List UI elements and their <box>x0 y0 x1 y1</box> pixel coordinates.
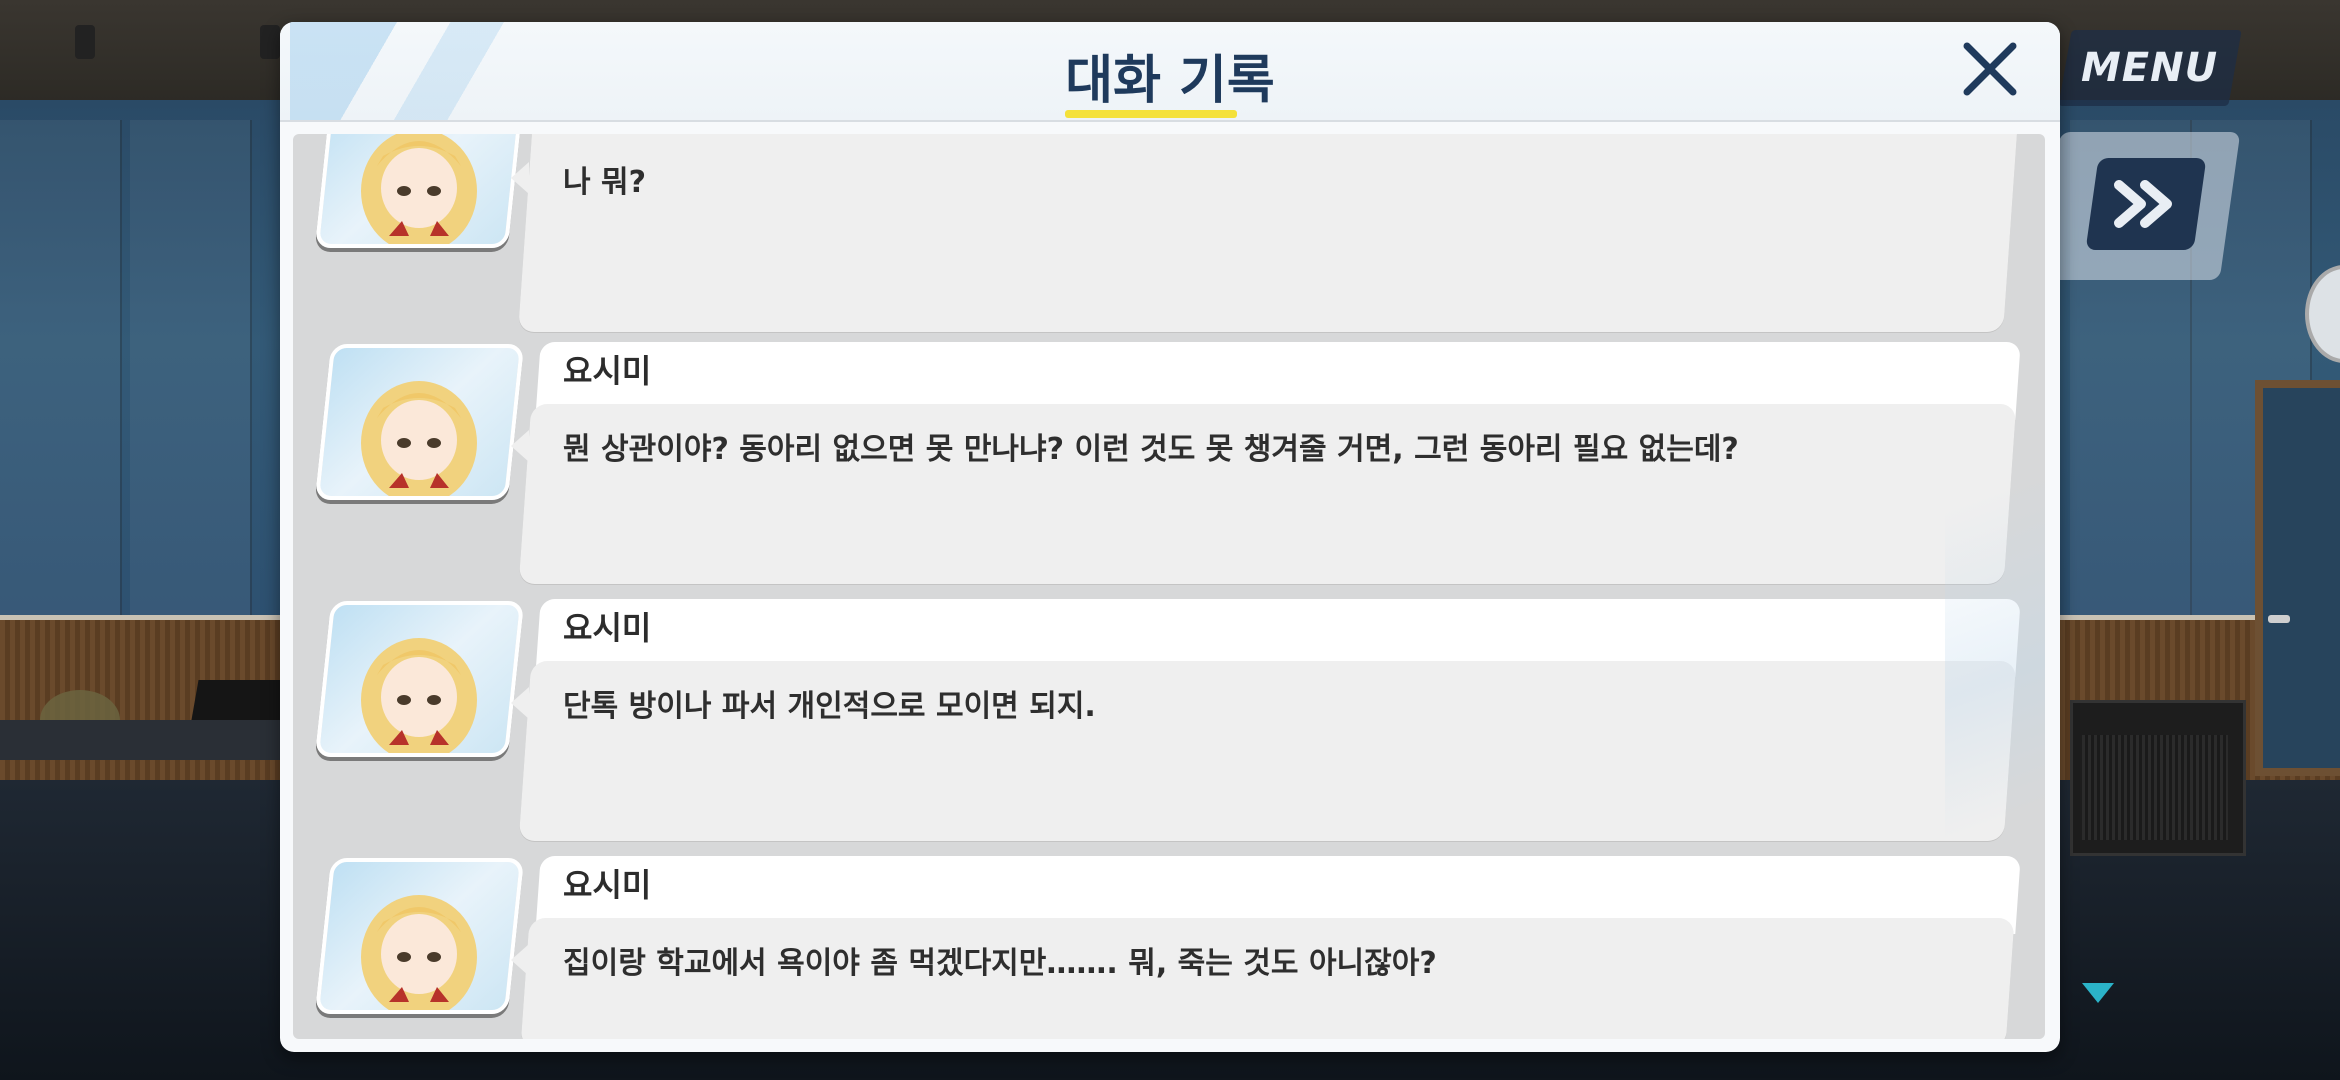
dialogue-bubble <box>518 134 2017 332</box>
character-portrait-image <box>361 381 477 500</box>
music-stand <box>191 680 289 720</box>
dialogue-text: 나 뭐? <box>563 165 647 200</box>
speaker-portrait <box>314 134 525 248</box>
menu-label: MENU <box>2081 45 2219 91</box>
keyboard-instrument <box>0 720 290 760</box>
character-portrait-image <box>361 134 477 248</box>
wall-panel <box>0 120 122 620</box>
speaker-name: 요시미 <box>563 866 652 904</box>
dialogue-log-modal: 대화 기록 나 뭐? 요시미 뭔 상관이야? 동아리 없으면 못 만나냐? 이런… <box>280 22 2060 1052</box>
character-portrait-image <box>361 895 477 1014</box>
speaker-name: 요시미 <box>563 352 652 390</box>
character-portrait-image <box>361 638 477 757</box>
ceiling-light <box>260 25 280 59</box>
speaker-portrait <box>314 601 525 757</box>
fast-forward-button[interactable] <box>2085 158 2207 250</box>
dialogue-text: 뭔 상관이야? 동아리 없으면 못 만나냐? 이런 것도 못 챙겨줄 거면, 그… <box>563 432 1739 467</box>
fast-forward-icon <box>2114 180 2172 228</box>
dialogue-text: 집이랑 학교에서 욕이야 좀 먹겠다지만……. 뭐, 죽는 것도 아니잖아? <box>563 946 1437 981</box>
ceiling-light <box>75 25 95 59</box>
menu-button[interactable]: MENU <box>2058 30 2242 106</box>
door-handle <box>2268 615 2290 623</box>
door <box>2255 380 2340 776</box>
amplifier-grill <box>2082 735 2228 840</box>
log-list[interactable]: 나 뭐? 요시미 뭔 상관이야? 동아리 없으면 못 만나냐? 이런 것도 못 … <box>293 134 2045 1039</box>
bubble-pointer <box>511 944 529 976</box>
bubble-pointer <box>511 162 529 194</box>
modal-title: 대화 기록 <box>1065 51 1275 111</box>
speaker-name: 요시미 <box>563 609 652 647</box>
wall-panel <box>130 120 252 620</box>
speaker-portrait <box>314 344 525 500</box>
triangle-down-icon[interactable] <box>2082 983 2114 1003</box>
modal-header: 대화 기록 <box>280 22 2060 122</box>
dialogue-text: 단톡 방이나 파서 개인적으로 모이면 되지. <box>563 689 1096 724</box>
title-underline <box>1065 110 1237 118</box>
bubble-pointer <box>511 687 529 719</box>
close-icon <box>1963 42 2017 96</box>
speaker-portrait <box>314 858 525 1014</box>
bubble-pointer <box>511 430 529 462</box>
close-button[interactable] <box>1955 34 2025 104</box>
